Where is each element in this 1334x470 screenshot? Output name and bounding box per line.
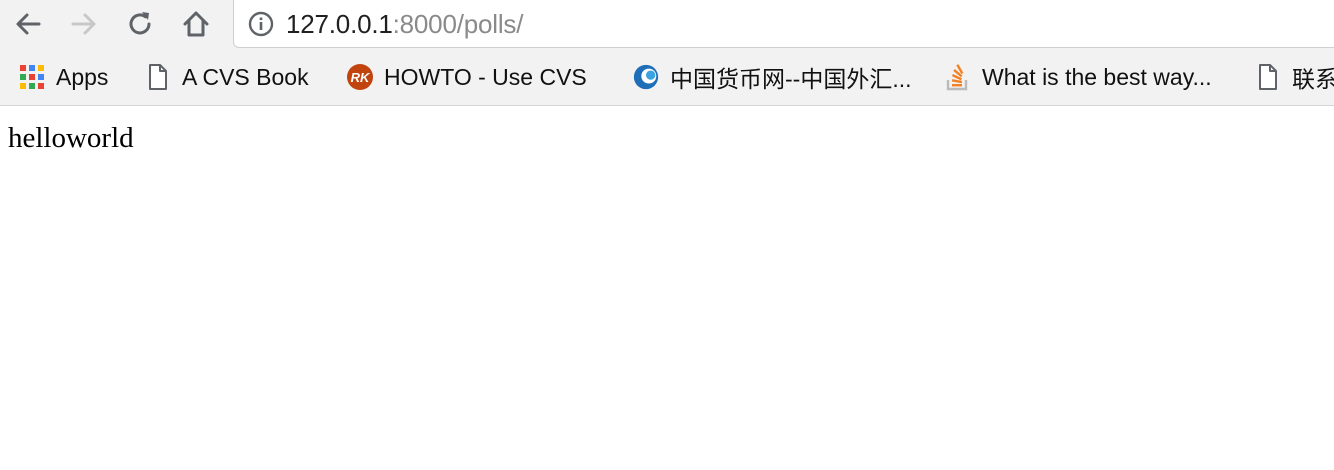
bookmark-label: A CVS Book bbox=[182, 63, 309, 90]
forward-button[interactable] bbox=[64, 4, 104, 44]
page-icon bbox=[1254, 63, 1282, 91]
bookmark-a-cvs-book[interactable]: A CVS Book bbox=[144, 60, 309, 94]
apps-grid-icon bbox=[18, 63, 46, 91]
bookmark-label: HOWTO - Use CVS bbox=[384, 63, 587, 90]
url-path: :8000/polls/ bbox=[392, 9, 524, 39]
home-icon bbox=[183, 11, 209, 37]
info-icon[interactable] bbox=[248, 11, 274, 37]
url-text[interactable]: 127.0.0.1:8000/polls/ bbox=[286, 6, 523, 42]
chinamoney-logo-icon bbox=[632, 63, 660, 91]
browser-chrome: 127.0.0.1:8000/polls/ Apps A CVS Book RK… bbox=[0, 0, 1334, 106]
browser-toolbar: 127.0.0.1:8000/polls/ bbox=[0, 0, 1334, 48]
rk-logo-icon: RK bbox=[346, 63, 374, 91]
bookmark-what-is-the-best-way[interactable]: What is the best way... bbox=[944, 60, 1212, 94]
back-button[interactable] bbox=[8, 4, 48, 44]
page-body-text: helloworld bbox=[8, 122, 134, 154]
url-host: 127.0.0.1 bbox=[286, 9, 393, 39]
bookmark-lianxi[interactable]: 联系 bbox=[1254, 60, 1334, 94]
bookmarks-bar: Apps A CVS Book RK HOWTO - Use CVS 中国货币网… bbox=[0, 52, 1334, 102]
address-bar[interactable]: 127.0.0.1:8000/polls/ bbox=[233, 0, 1334, 48]
arrow-right-icon bbox=[71, 13, 96, 35]
bookmark-label: 联系 bbox=[1292, 66, 1334, 92]
bookmark-label: What is the best way... bbox=[982, 63, 1212, 90]
bookmark-apps[interactable]: Apps bbox=[18, 60, 108, 94]
bookmark-chinamoney[interactable]: 中国货币网--中国外汇... bbox=[632, 60, 912, 94]
arrow-left-icon bbox=[16, 13, 41, 35]
reload-icon bbox=[129, 12, 151, 35]
reload-button[interactable] bbox=[120, 4, 160, 44]
page-icon bbox=[144, 63, 172, 91]
bookmark-label: Apps bbox=[56, 63, 109, 90]
svg-text:RK: RK bbox=[351, 70, 371, 85]
bookmark-howto-use-cvs[interactable]: RK HOWTO - Use CVS bbox=[346, 60, 587, 94]
bookmark-label: 中国货币网--中国外汇... bbox=[670, 66, 912, 92]
stackoverflow-icon bbox=[944, 63, 972, 91]
home-button[interactable] bbox=[176, 4, 216, 44]
